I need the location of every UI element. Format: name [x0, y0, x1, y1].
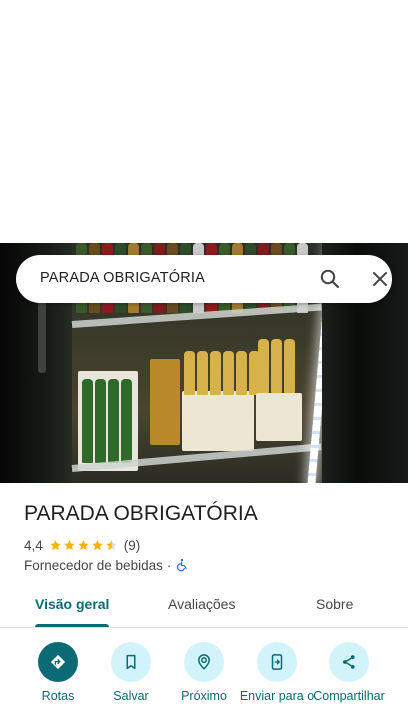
close-icon[interactable] [368, 267, 392, 291]
send-to-phone-icon [271, 654, 283, 670]
bookmark-icon [126, 654, 136, 670]
rating-row[interactable]: 4,4 (9) [24, 536, 140, 554]
share-label: Compartilhar [313, 689, 385, 703]
save-button-circle [111, 642, 151, 682]
nearby-label: Próximo [181, 689, 227, 703]
share-button-circle [329, 642, 369, 682]
nearby-icon [197, 654, 211, 670]
directions-label: Rotas [41, 689, 75, 703]
corona-case [182, 391, 254, 451]
wheelchair-icon [177, 558, 188, 572]
star-rating [49, 539, 118, 552]
amber-bottles [150, 359, 180, 445]
green-bottles [82, 379, 132, 463]
active-tab-indicator [35, 624, 109, 627]
save-label: Salvar [113, 689, 149, 703]
corona-case-2 [256, 393, 302, 441]
rating-value: 4,4 [24, 537, 43, 553]
star-icon [49, 539, 61, 550]
tab-overview[interactable]: Visão geral [35, 596, 109, 612]
send-to-phone-button[interactable]: Enviar para o [239, 640, 315, 726]
send-to-phone-label: Enviar para o [239, 689, 315, 703]
star-icon [63, 539, 75, 550]
nearby-button[interactable]: Próximo [166, 640, 242, 726]
place-tabs: Visão geral Avaliações Sobre [0, 584, 408, 628]
review-count: (9) [123, 537, 141, 553]
nearby-button-circle [184, 642, 224, 682]
corona-bottles [184, 351, 260, 395]
share-button[interactable]: Compartilhar [311, 640, 387, 726]
star-icon [77, 539, 89, 550]
tab-reviews[interactable]: Avaliações [168, 596, 235, 612]
star-half-icon [105, 539, 117, 550]
directions-icon [50, 654, 66, 670]
place-category: Fornecedor de bebidas [24, 557, 163, 573]
save-button[interactable]: Salvar [93, 640, 169, 726]
category-row: Fornecedor de bebidas · [24, 556, 189, 574]
tab-about[interactable]: Sobre [316, 596, 353, 612]
corona-bottles-2 [258, 339, 295, 393]
map-blank-area [0, 0, 408, 243]
action-bar: Rotas Salvar Próximo Enviar para o Compa… [0, 640, 408, 726]
send-to-phone-button-circle [257, 642, 297, 682]
directions-button[interactable]: Rotas [20, 640, 96, 726]
search-query[interactable]: PARADA OBRIGATÓRIA [40, 270, 205, 286]
place-title: PARADA OBRIGATÓRIA [24, 502, 258, 525]
share-icon [343, 655, 355, 669]
separator-dot: · [166, 557, 172, 573]
star-icon [91, 539, 103, 550]
search-icon[interactable] [318, 267, 342, 291]
directions-button-circle [38, 642, 78, 682]
search-bar[interactable]: PARADA OBRIGATÓRIA [16, 255, 392, 303]
